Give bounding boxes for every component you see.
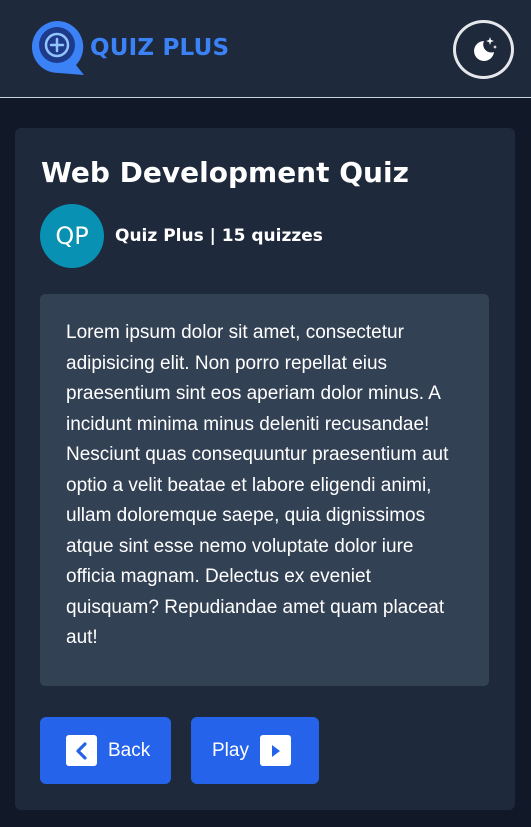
brand-logo[interactable]: QUIZ PLUS	[26, 17, 229, 79]
quiz-author: QP Quiz Plus | 15 quizzes	[40, 204, 323, 268]
play-icon	[259, 735, 291, 766]
quiz-description-panel: Lorem ipsum dolor sit amet, consectetur …	[40, 294, 489, 686]
quiz-count-suffix: quizzes	[245, 226, 323, 246]
author-avatar[interactable]: QP	[40, 204, 104, 268]
theme-toggle-button[interactable]	[453, 20, 514, 79]
back-button[interactable]: Back	[40, 717, 171, 784]
author-separator: |	[203, 226, 222, 246]
quiz-plus-logo-icon	[31, 20, 84, 75]
quiz-title: Web Development Quiz	[41, 156, 409, 189]
author-info: Quiz Plus | 15 quizzes	[115, 226, 323, 246]
play-button[interactable]: Play	[191, 717, 319, 784]
quiz-description: Lorem ipsum dolor sit amet, consectetur …	[66, 322, 449, 648]
brand-name: QUIZ PLUS	[90, 35, 230, 61]
chevron-left-icon	[66, 735, 97, 766]
quiz-detail-card: Web Development Quiz QP Quiz Plus | 15 q…	[15, 128, 515, 810]
back-button-label: Back	[108, 739, 151, 761]
play-button-label: Play	[212, 739, 249, 761]
quiz-count: 15	[221, 226, 246, 246]
app-header: QUIZ PLUS	[0, 0, 531, 98]
author-name[interactable]: Quiz Plus	[115, 226, 204, 246]
moon-stars-icon	[473, 36, 497, 61]
